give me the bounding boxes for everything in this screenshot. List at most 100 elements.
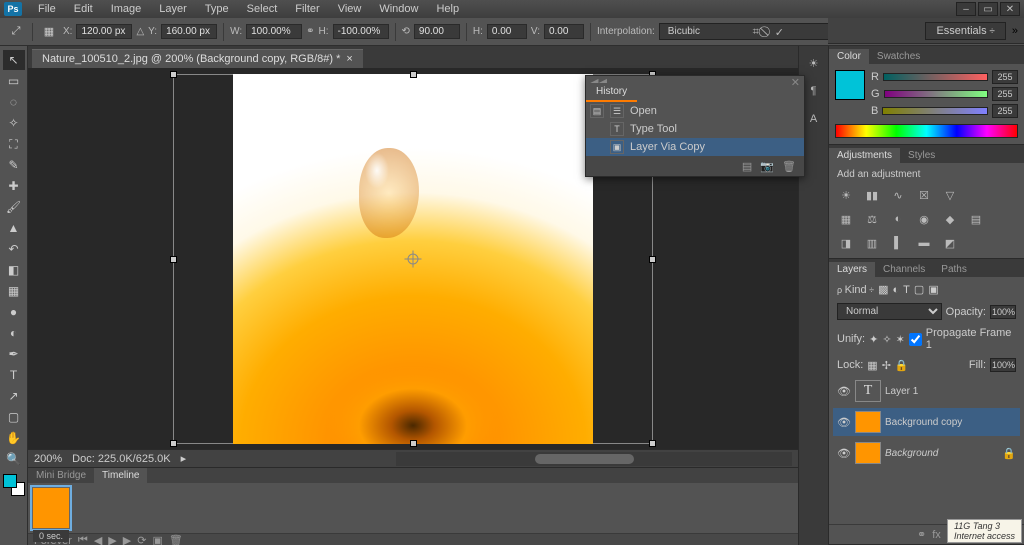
- menu-layer[interactable]: Layer: [151, 1, 195, 17]
- type-tool[interactable]: T: [3, 365, 25, 385]
- link-layers-icon[interactable]: ⚭: [917, 528, 926, 541]
- handle-bot-mid[interactable]: [410, 440, 417, 447]
- commit-transform-icon[interactable]: ✓: [775, 26, 784, 39]
- menu-edit[interactable]: Edit: [66, 1, 101, 17]
- unify-visibility-icon[interactable]: ✧: [882, 333, 891, 346]
- tab-timeline[interactable]: Timeline: [94, 468, 147, 483]
- hand-tool[interactable]: ✋: [3, 428, 25, 448]
- new-snapshot-icon[interactable]: 📷: [760, 160, 774, 173]
- opacity-input[interactable]: 100%: [990, 305, 1016, 319]
- tab-channels[interactable]: Channels: [875, 262, 933, 277]
- levels-adj-icon[interactable]: ▮▮: [863, 186, 881, 204]
- visibility-icon[interactable]: 👁: [837, 416, 851, 429]
- selective-color-adj-icon[interactable]: ◩: [941, 234, 959, 252]
- handle-top-left[interactable]: [170, 71, 177, 78]
- menu-image[interactable]: Image: [103, 1, 150, 17]
- color-spectrum[interactable]: [835, 124, 1018, 138]
- stamp-tool[interactable]: ▲: [3, 218, 25, 238]
- menu-help[interactable]: Help: [428, 1, 467, 17]
- gradient-map-adj-icon[interactable]: ▬: [915, 234, 933, 252]
- transform-center-point[interactable]: [408, 253, 419, 264]
- scrollbar-thumb[interactable]: [535, 454, 634, 464]
- healing-tool[interactable]: ✚: [3, 176, 25, 196]
- color-preview-swatch[interactable]: [835, 70, 865, 100]
- new-frame-icon[interactable]: ▣: [152, 534, 162, 545]
- balance-adj-icon[interactable]: ⚖: [863, 210, 881, 228]
- panel-collapse-icon[interactable]: ◀◀: [590, 76, 607, 82]
- y-input[interactable]: [161, 24, 217, 39]
- filter-smart-icon[interactable]: ▣: [928, 283, 938, 296]
- color-swatches[interactable]: [3, 474, 25, 496]
- bw-adj-icon[interactable]: ◐: [889, 210, 907, 228]
- b-slider[interactable]: [882, 107, 988, 115]
- brush-tool[interactable]: 🖌: [3, 197, 25, 217]
- blur-tool[interactable]: ●: [3, 302, 25, 322]
- workspace-menu-icon[interactable]: »: [1012, 25, 1018, 37]
- tab-paths[interactable]: Paths: [933, 262, 975, 277]
- handle-top-mid[interactable]: [410, 71, 417, 78]
- workspace-preset-button[interactable]: Essentials ÷: [925, 22, 1005, 40]
- minimize-button[interactable]: –: [956, 2, 976, 16]
- vibrance-adj-icon[interactable]: ▽: [941, 186, 959, 204]
- first-frame-icon[interactable]: ⏮: [78, 534, 88, 545]
- close-tab-icon[interactable]: ×: [346, 53, 352, 65]
- handle-mid-left[interactable]: [170, 256, 177, 263]
- menu-select[interactable]: Select: [239, 1, 286, 17]
- status-arrow-icon[interactable]: ▸: [181, 452, 187, 465]
- b-value[interactable]: 255: [992, 104, 1018, 118]
- menu-type[interactable]: Type: [197, 1, 237, 17]
- lock-all-icon[interactable]: 🔒: [895, 359, 909, 372]
- reference-point-icon[interactable]: ▦: [39, 22, 59, 42]
- history-state-open[interactable]: ▤ ☰ Open: [586, 102, 804, 120]
- history-state-layer-via-copy[interactable]: ▣ Layer Via Copy: [586, 138, 804, 156]
- play-icon[interactable]: ▶: [108, 534, 116, 545]
- handle-bot-left[interactable]: [170, 440, 177, 447]
- path-tool[interactable]: ↗: [3, 386, 25, 406]
- wand-tool[interactable]: ✧: [3, 113, 25, 133]
- tab-swatches[interactable]: Swatches: [869, 49, 928, 64]
- maximize-button[interactable]: ▭: [978, 2, 998, 16]
- zoom-display[interactable]: 200%: [34, 453, 62, 465]
- lock-position-icon[interactable]: ✢: [882, 359, 891, 372]
- dodge-tool[interactable]: ◐: [3, 323, 25, 343]
- crop-tool[interactable]: ⛶: [3, 134, 25, 154]
- tab-styles[interactable]: Styles: [900, 148, 943, 163]
- document-tab[interactable]: Nature_100510_2.jpg @ 200% (Background c…: [32, 49, 363, 68]
- r-value[interactable]: 255: [992, 70, 1018, 84]
- layer-name[interactable]: Background: [885, 448, 938, 459]
- curves-adj-icon[interactable]: ∿: [889, 186, 907, 204]
- propagate-checkbox[interactable]: [909, 333, 922, 346]
- lookup-adj-icon[interactable]: ▤: [967, 210, 985, 228]
- history-brush-tool[interactable]: ↶: [3, 239, 25, 259]
- threshold-adj-icon[interactable]: ▌: [889, 234, 907, 252]
- channel-mixer-adj-icon[interactable]: ◆: [941, 210, 959, 228]
- eraser-tool[interactable]: ◧: [3, 260, 25, 280]
- layer-name[interactable]: Background copy: [885, 417, 962, 428]
- w-input[interactable]: [246, 24, 302, 39]
- panel-close-icon[interactable]: ✕: [791, 76, 800, 82]
- visibility-icon[interactable]: 👁: [837, 385, 851, 398]
- transform-bounding-box[interactable]: [173, 74, 653, 444]
- lasso-tool[interactable]: ◌: [3, 92, 25, 112]
- transform-icon[interactable]: ⤢: [6, 22, 26, 42]
- next-frame-icon[interactable]: ▶: [123, 534, 131, 545]
- gradient-tool[interactable]: ▦: [3, 281, 25, 301]
- tab-history[interactable]: History: [586, 83, 637, 102]
- delete-state-icon[interactable]: 🗑: [782, 160, 796, 173]
- frame-thumbnail[interactable]: 0 sec.: [32, 487, 70, 529]
- vskew-input[interactable]: [544, 24, 584, 39]
- character-panel-icon[interactable]: A: [803, 108, 825, 130]
- filter-pixel-icon[interactable]: ▩: [878, 283, 888, 296]
- r-slider[interactable]: [883, 73, 988, 81]
- handle-bot-right[interactable]: [649, 440, 656, 447]
- unify-style-icon[interactable]: ✶: [896, 333, 905, 346]
- paragraph-panel-icon[interactable]: ¶: [803, 80, 825, 102]
- layer-filter-kind[interactable]: ρ Kind ÷: [837, 284, 874, 296]
- horizontal-scrollbar[interactable]: [396, 452, 792, 466]
- filter-adj-icon[interactable]: ◐: [893, 284, 900, 296]
- hue-adj-icon[interactable]: ▦: [837, 210, 855, 228]
- zoom-tool[interactable]: 🔍: [3, 449, 25, 469]
- move-tool[interactable]: ↖: [3, 50, 25, 70]
- handle-mid-right[interactable]: [649, 256, 656, 263]
- menu-window[interactable]: Window: [371, 1, 426, 17]
